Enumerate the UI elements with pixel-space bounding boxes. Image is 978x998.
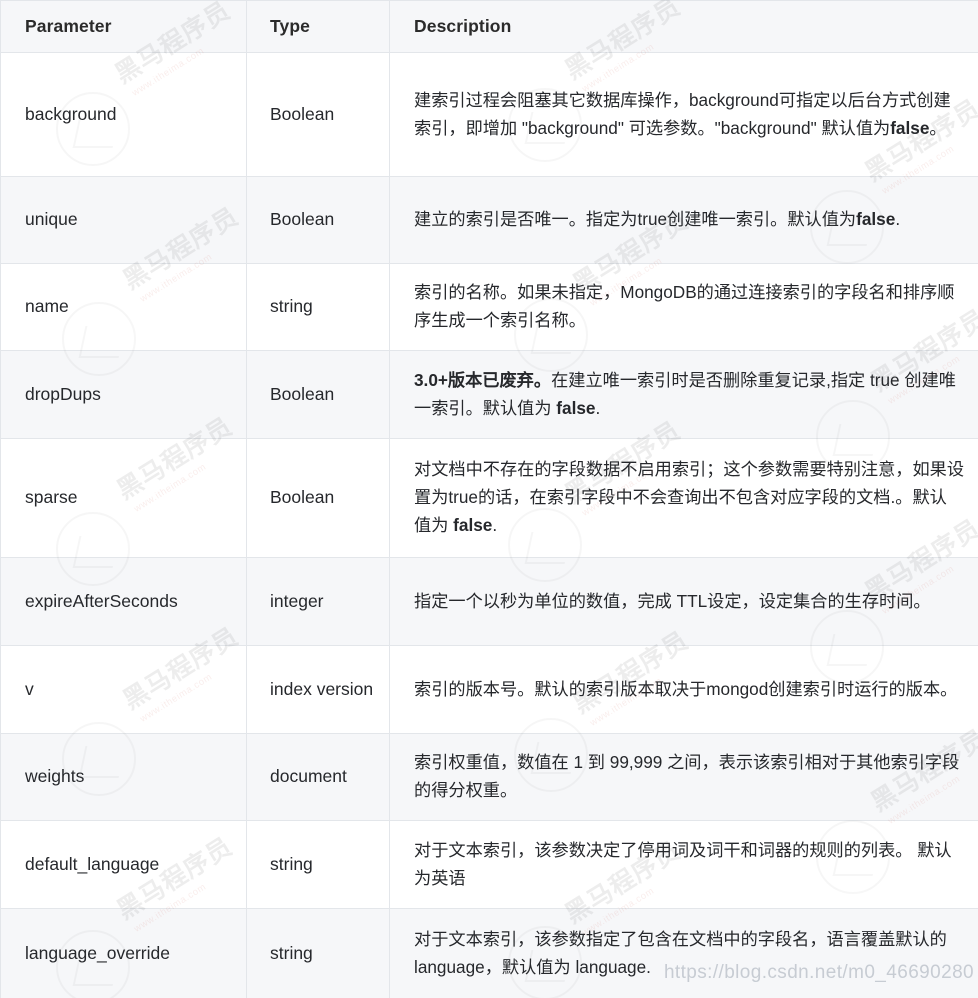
cell-description: 对于文本索引，该参数指定了包含在文档中的字段名，语言覆盖默认的language，… [389, 908, 978, 998]
column-header-type: Type [246, 0, 390, 53]
cell-description: 建立的索引是否唯一。指定为true创建唯一索引。默认值为false. [389, 176, 978, 264]
cell-type: string [246, 908, 390, 998]
cell-parameter: dropDups [0, 350, 247, 439]
cell-type: index version [246, 645, 390, 734]
cell-parameter: v [0, 645, 247, 734]
cell-parameter: unique [0, 176, 247, 264]
cell-type: Boolean [246, 176, 390, 264]
cell-description: 3.0+版本已废弃。在建立唯一索引时是否删除重复记录,指定 true 创建唯一索… [389, 350, 978, 439]
table-row: default_language string 对于文本索引，该参数决定了停用词及词… [0, 820, 978, 909]
cell-parameter: language_override [0, 908, 247, 998]
cell-type: document [246, 733, 390, 821]
cell-parameter: background [0, 52, 247, 177]
column-header-parameter: Parameter [0, 0, 247, 53]
table-row: name string 索引的名称。如果未指定，MongoDB的通过连接索引的字段名… [0, 263, 978, 351]
table-header: Parameter Type Description [0, 0, 978, 53]
table-body: background Boolean 建索引过程会阻塞其它数据库操作，backgro… [0, 52, 978, 998]
cell-parameter: name [0, 263, 247, 351]
cell-description: 对于文本索引，该参数决定了停用词及词干和词器的规则的列表。 默认为英语 [389, 820, 978, 909]
cell-parameter: sparse [0, 438, 247, 558]
table-row: dropDups Boolean 3.0+版本已废弃。在建立唯一索引时是否删除重复记… [0, 350, 978, 439]
table-row: weights document 索引权重值，数值在 1 到 99,999 之间，表… [0, 733, 978, 821]
document-root: 黑马程序员 www.itheima.com 黑马程序员 www.itheima.… [0, 0, 978, 998]
cell-type: string [246, 820, 390, 909]
column-header-description: Description [389, 0, 978, 53]
cell-description: 索引的名称。如果未指定，MongoDB的通过连接索引的字段名和排序顺序生成一个索… [389, 263, 978, 351]
cell-description: 指定一个以秒为单位的数值，完成 TTL设定，设定集合的生存时间。 [389, 557, 978, 646]
table-row: unique Boolean 建立的索引是否唯一。指定为true创建唯一索引。默认值… [0, 176, 978, 264]
table-row: expireAfterSeconds integer 指定一个以秒为单位的数值，完成… [0, 557, 978, 646]
cell-type: string [246, 263, 390, 351]
table-row: v index version 索引的版本号。默认的索引版本取决于mongod创建索… [0, 645, 978, 734]
cell-type: Boolean [246, 438, 390, 558]
cell-description: 建索引过程会阻塞其它数据库操作，background可指定以后台方式创建索引，即… [389, 52, 978, 177]
cell-type: integer [246, 557, 390, 646]
cell-description: 索引权重值，数值在 1 到 99,999 之间，表示该索引相对于其他索引字段的得… [389, 733, 978, 821]
cell-parameter: expireAfterSeconds [0, 557, 247, 646]
cell-type: Boolean [246, 350, 390, 439]
table-row: background Boolean 建索引过程会阻塞其它数据库操作，backgro… [0, 52, 978, 177]
table-row: language_override string 对于文本索引，该参数指定了包含在文… [0, 908, 978, 998]
cell-description: 索引的版本号。默认的索引版本取决于mongod创建索引时运行的版本。 [389, 645, 978, 734]
cell-description: 对文档中不存在的字段数据不启用索引；这个参数需要特别注意，如果设置为true的话… [389, 438, 978, 558]
table-header-row: Parameter Type Description [0, 0, 978, 53]
cell-parameter: weights [0, 733, 247, 821]
index-options-table: Parameter Type Description background Boo… [0, 0, 978, 998]
cell-type: Boolean [246, 52, 390, 177]
table-row: sparse Boolean 对文档中不存在的字段数据不启用索引；这个参数需要特别注… [0, 438, 978, 558]
cell-parameter: default_language [0, 820, 247, 909]
